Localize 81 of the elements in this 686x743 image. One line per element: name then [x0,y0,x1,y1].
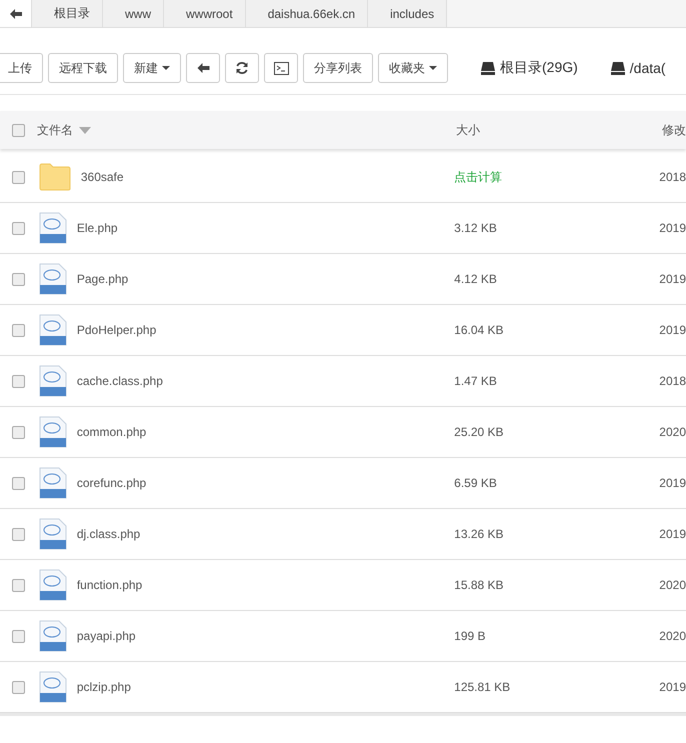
file-name[interactable]: corefunc.php [76,476,146,490]
disk-icon [481,62,495,74]
file-name[interactable]: dj.class.php [76,527,140,541]
php-file-icon [38,416,67,448]
file-size: 6.59 KB [454,476,498,490]
refresh-icon [235,61,249,75]
back-button[interactable] [0,0,32,27]
file-name[interactable]: Page.php [76,272,128,286]
file-size: 3.12 KB [454,221,498,235]
file-name[interactable]: PdoHelper.php [76,323,156,337]
file-name[interactable]: 360safe [80,170,124,184]
file-name[interactable]: pclzip.php [76,680,131,694]
dropdown-button[interactable]: 收藏夹 [378,53,448,83]
modified-date: 2019 [659,680,686,694]
back-arrow-icon [196,63,210,73]
disk-link[interactable]: 根目录(29G) [481,59,578,77]
breadcrumb-item[interactable]: includes [368,0,448,27]
checkbox[interactable] [12,374,25,388]
modified-date: 2020 [659,629,686,643]
php-file-icon [38,671,67,703]
breadcrumb-item[interactable]: wwwroot [164,0,246,27]
refresh-button[interactable] [225,53,259,83]
column-header[interactable]: 大小 [456,122,662,138]
sort-icon[interactable] [79,126,91,134]
php-file-icon [38,314,67,346]
modified-date: 2018 [659,170,686,184]
back-button[interactable] [186,53,220,83]
modified-date: 2019 [659,323,686,337]
php-file-icon [38,365,67,397]
php-file-icon [38,518,67,550]
php-file-icon [38,212,67,244]
file-size: 1.47 KB [454,374,498,388]
checkbox[interactable] [12,680,25,694]
breadcrumb-item[interactable]: daishua.66ek.cn [246,0,368,27]
file-size: 15.88 KB [454,578,505,592]
file-name[interactable]: common.php [76,425,146,439]
toolbar-button[interactable]: 分享列表 [303,53,373,83]
checkbox[interactable] [12,222,25,234]
toolbar-button[interactable]: 远程下载 [48,53,118,83]
file-size: 13.26 KB [454,527,505,541]
breadcrumb-item[interactable]: www [103,0,164,27]
checkbox[interactable] [12,528,25,540]
disk-link[interactable]: /data( [610,60,666,76]
php-file-icon [38,467,67,499]
file-size: 125.81 KB [454,680,512,694]
modified-date: 2019 [659,272,686,286]
php-file-icon [38,263,67,295]
column-header[interactable]: 文件名 [37,122,73,138]
checkbox[interactable] [12,324,25,336]
breadcrumb-item[interactable]: 根目录 [32,0,103,27]
php-file-icon [38,569,67,601]
checkbox[interactable] [12,630,25,642]
file-size: 4.12 KB [454,272,498,286]
checkbox[interactable] [12,272,25,286]
back-arrow-icon [10,8,22,18]
file-name[interactable]: Ele.php [76,221,118,235]
terminal-icon [274,62,288,74]
folder-icon [38,163,71,191]
dropdown-button[interactable]: 新建 [123,53,181,83]
file-name[interactable]: cache.class.php [76,374,163,388]
modified-date: 2020 [659,578,686,592]
checkbox[interactable] [12,170,25,184]
file-size: 199 B [454,629,486,643]
column-header[interactable]: 修改 [662,122,686,138]
checkbox[interactable] [12,476,25,490]
modified-date: 2018 [659,374,686,388]
modified-date: 2019 [659,527,686,541]
checkbox[interactable] [12,426,25,438]
modified-date: 2019 [659,221,686,235]
php-file-icon [38,620,67,652]
file-name[interactable]: function.php [76,578,142,592]
file-size: 25.20 KB [454,425,505,439]
toolbar-button[interactable]: 上传 [0,53,43,83]
terminal-button[interactable] [264,53,298,83]
checkbox[interactable] [12,578,25,592]
file-name[interactable]: payapi.php [76,629,136,643]
file-size: 16.04 KB [454,323,505,337]
modified-date: 2019 [659,476,686,490]
disk-icon [610,62,625,74]
modified-date: 2020 [659,425,686,439]
checkbox[interactable] [12,124,25,136]
